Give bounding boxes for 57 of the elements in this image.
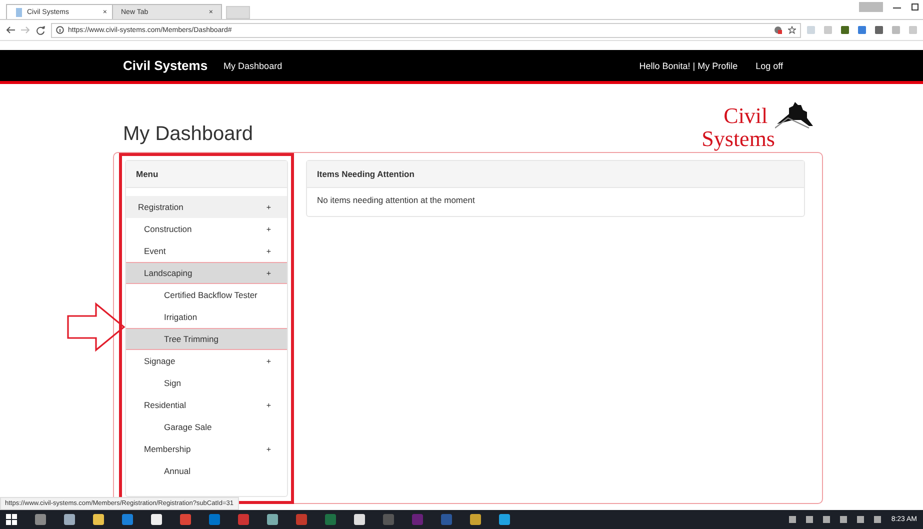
taskbar-app-icon[interactable] <box>238 514 249 525</box>
profile-link[interactable]: Hello Bonita! | My Profile <box>639 60 738 70</box>
menu-item[interactable]: Signage + <box>126 350 287 372</box>
windows-start-icon[interactable] <box>6 514 17 525</box>
tray-icon[interactable] <box>857 516 864 523</box>
menu-item[interactable]: Tree Trimming <box>126 328 287 350</box>
taskbar-app-icon[interactable] <box>296 514 307 525</box>
tray-icon[interactable] <box>874 516 882 523</box>
menu-item[interactable]: Garage Sale <box>126 416 287 438</box>
taskbar-app-icon[interactable] <box>93 514 104 525</box>
menu-item[interactable]: Certified Backflow Tester <box>126 284 287 306</box>
info-icon[interactable] <box>56 26 64 34</box>
expand-toggle[interactable]: + <box>266 356 271 366</box>
forward-icon[interactable] <box>21 26 30 34</box>
tray-icon[interactable] <box>840 516 848 523</box>
taskbar-app-icon[interactable] <box>470 514 481 525</box>
menu-item[interactable]: Annual <box>126 460 287 482</box>
tray-icon[interactable] <box>823 516 830 523</box>
brand-link[interactable]: Civil Systems <box>123 58 208 73</box>
maximize-icon[interactable] <box>911 3 919 11</box>
page-title: My Dashboard <box>123 123 254 146</box>
star-icon[interactable] <box>788 26 796 34</box>
expand-toggle[interactable]: + <box>266 224 271 234</box>
company-logo[interactable]: Civil Systems <box>702 102 775 150</box>
taskbar-app-icon[interactable] <box>151 514 162 525</box>
taskbar-app-icon[interactable] <box>64 514 75 525</box>
expand-toggle[interactable]: + <box>266 246 271 256</box>
panel-heading: Items Needing Attention <box>307 161 804 188</box>
nav-link[interactable]: My Dashboard <box>224 60 282 70</box>
menu-item[interactable]: Irrigation <box>126 306 287 328</box>
expand-toggle[interactable]: + <box>266 400 271 410</box>
menu-heading: Menu <box>126 161 287 188</box>
menu-item[interactable]: Landscaping + <box>126 262 287 284</box>
page-icon <box>15 8 23 16</box>
taskbar-app-icon[interactable] <box>35 514 46 525</box>
menu-item[interactable]: Sign <box>126 372 287 394</box>
menu-item[interactable]: Membership + <box>126 438 287 460</box>
taskbar-app-icon[interactable] <box>354 514 365 525</box>
menu-item[interactable]: Event + <box>126 240 287 262</box>
logoff-link[interactable]: Log off <box>756 60 783 70</box>
expand-toggle[interactable]: + <box>266 444 271 454</box>
taskbar-app-icon[interactable] <box>122 514 133 525</box>
tray-icon[interactable] <box>806 516 814 523</box>
taskbar-app-icon[interactable] <box>180 514 191 525</box>
taskbar-app-icon[interactable] <box>209 514 220 525</box>
menu-item[interactable]: Construction + <box>126 218 287 240</box>
expand-toggle[interactable]: + <box>266 268 271 278</box>
tray-icon[interactable] <box>789 516 796 523</box>
taskbar-app-icon[interactable] <box>499 514 510 525</box>
empty-message: No items needing attention at the moment <box>316 194 476 207</box>
expand-toggle[interactable]: + <box>266 202 271 212</box>
menu-item[interactable]: Registration + <box>126 196 287 218</box>
menu-item[interactable]: Residential + <box>126 394 287 416</box>
taskbar-app-icon[interactable] <box>325 514 336 525</box>
reload-icon[interactable] <box>36 26 45 34</box>
back-icon[interactable] <box>6 26 15 34</box>
taskbar-app-icon[interactable] <box>267 514 278 525</box>
